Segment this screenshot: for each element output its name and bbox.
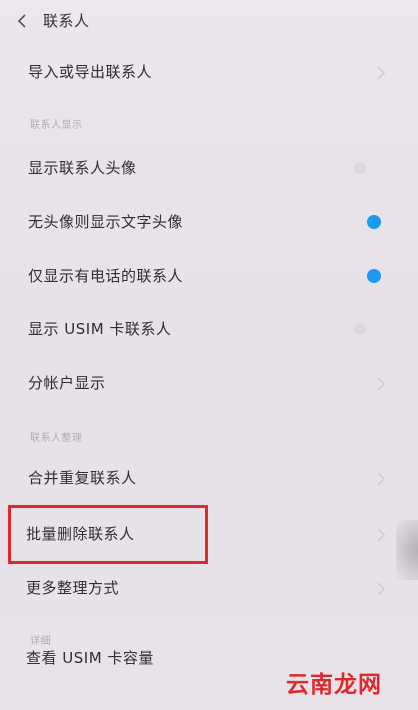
row-import-export[interactable]: 导入或导出联系人 [0, 46, 418, 98]
back-button[interactable] [12, 10, 32, 32]
watermark-logo: 云南龙网 [286, 671, 382, 698]
chevron-right-icon [377, 66, 386, 80]
row-label: 查看 USIM 卡容量 [26, 649, 154, 667]
chevron-right-icon [377, 377, 386, 391]
row-label: 仅显示有电话的联系人 [28, 267, 184, 285]
toggle-on[interactable] [367, 215, 381, 229]
chevron-left-icon [17, 14, 26, 28]
chevron-right-icon [377, 472, 386, 486]
row-show-avatar[interactable]: 显示联系人头像 [0, 142, 418, 194]
toggle-off[interactable] [354, 323, 366, 335]
row-usim-contacts[interactable]: 显示 USIM 卡联系人 [0, 303, 418, 355]
row-label: 更多整理方式 [26, 579, 120, 597]
row-label: 显示 USIM 卡联系人 [28, 320, 172, 338]
row-label: 显示联系人头像 [28, 159, 137, 177]
section-header-organize: 联系人整理 [30, 433, 83, 444]
highlight-box [8, 505, 208, 564]
edge-shadow [396, 520, 418, 580]
row-label: 分帐户显示 [28, 374, 106, 392]
row-label: 合并重复联系人 [28, 469, 137, 487]
settings-screen: 联系人 导入或导出联系人 联系人显示 显示联系人头像 无头像则显示文字头像 仅显… [0, 0, 418, 710]
toggle-on[interactable] [367, 269, 381, 283]
row-label: 无头像则显示文字头像 [28, 213, 184, 231]
toggle-off[interactable] [354, 162, 366, 174]
row-label: 导入或导出联系人 [28, 63, 153, 81]
row-phone-only[interactable]: 仅显示有电话的联系人 [0, 250, 418, 302]
section-header-display: 联系人显示 [30, 120, 83, 131]
row-text-avatar[interactable]: 无头像则显示文字头像 [0, 196, 418, 248]
page-title: 联系人 [43, 12, 90, 30]
row-more-organize[interactable]: 更多整理方式 [0, 562, 418, 614]
row-account-display[interactable]: 分帐户显示 [0, 357, 418, 409]
chevron-right-icon [377, 582, 386, 596]
header-bar: 联系人 [0, 0, 418, 44]
row-merge-duplicates[interactable]: 合并重复联系人 [0, 452, 418, 504]
chevron-right-icon [377, 528, 386, 542]
